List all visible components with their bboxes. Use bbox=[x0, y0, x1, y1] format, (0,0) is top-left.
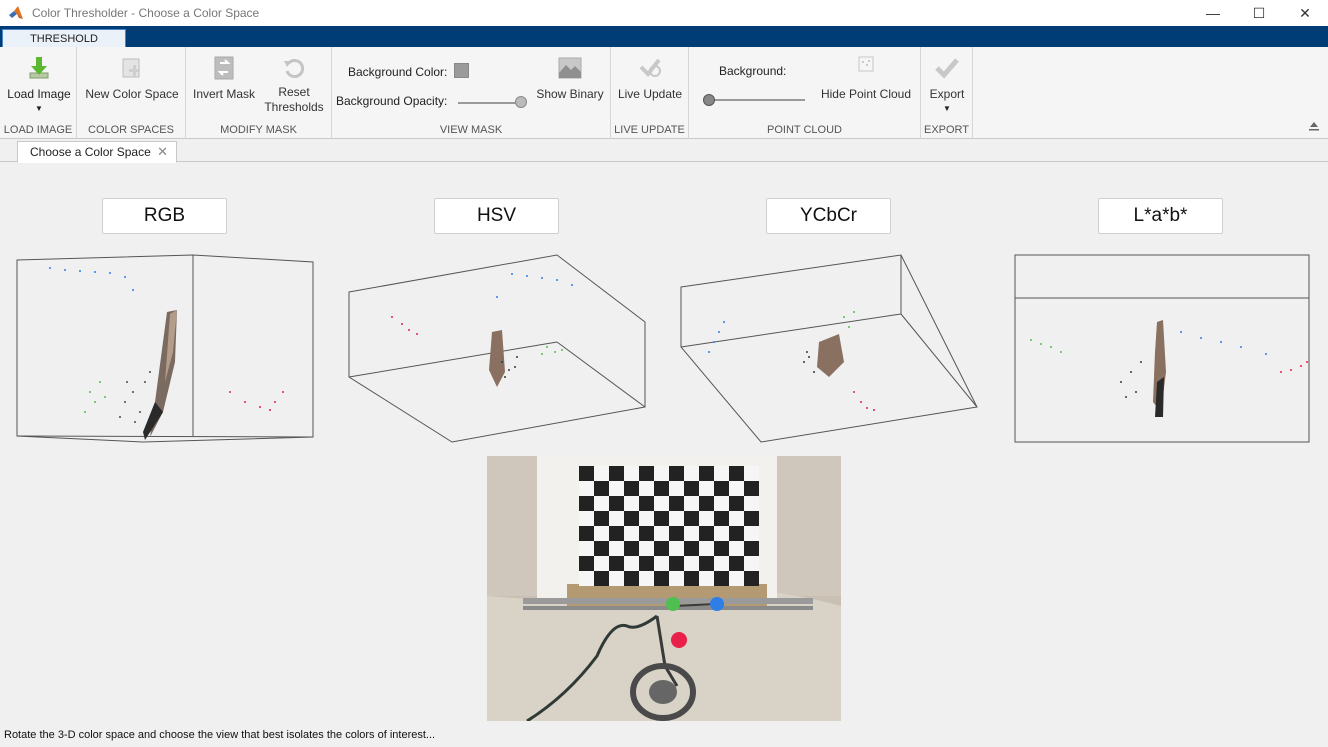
lab-button-label: L*a*b* bbox=[1133, 205, 1188, 226]
matlab-logo-icon bbox=[9, 6, 23, 19]
title-bar: Color Thresholder - Choose a Color Space… bbox=[0, 0, 1328, 26]
ycbcr-button[interactable]: YCbCr bbox=[766, 198, 891, 234]
export-section: Export ▼ EXPORT bbox=[921, 47, 973, 139]
reset-icon bbox=[284, 59, 305, 78]
point-cloud-section-label: POINT CLOUD bbox=[767, 124, 842, 136]
background-color-label: Background Color: bbox=[348, 65, 448, 79]
export-icon bbox=[935, 58, 959, 79]
live-update-section-label: LIVE UPDATE bbox=[614, 124, 685, 136]
background-color-swatch[interactable] bbox=[454, 63, 469, 78]
minimize-icon: — bbox=[1206, 5, 1220, 21]
hide-point-cloud-button[interactable]: Hide Point Cloud bbox=[817, 55, 915, 101]
close-tab-icon[interactable]: ✕ bbox=[157, 144, 168, 160]
tab-threshold-label: THRESHOLD bbox=[30, 32, 98, 45]
chevron-down-icon: ▼ bbox=[35, 104, 43, 113]
live-update-section: Live Update LIVE UPDATE bbox=[611, 47, 689, 139]
export-section-label: EXPORT bbox=[923, 124, 970, 136]
close-icon: ✕ bbox=[1299, 4, 1311, 21]
background-opacity-label: Background Opacity: bbox=[336, 94, 448, 108]
collapse-toolstrip-icon[interactable] bbox=[1308, 119, 1320, 131]
rgb-button[interactable]: RGB bbox=[102, 198, 227, 234]
minimize-button[interactable]: — bbox=[1190, 0, 1236, 26]
reset-label-line2: Thresholds bbox=[264, 100, 324, 114]
point-cloud-section: Background: Hide Point Cloud POINT CLOUD bbox=[689, 47, 921, 139]
export-label: Export bbox=[929, 87, 965, 101]
modify-mask-section-label: MODIFY MASK bbox=[220, 124, 297, 136]
hide-point-cloud-icon bbox=[858, 56, 874, 72]
input-image bbox=[487, 456, 841, 721]
show-binary-icon bbox=[558, 57, 582, 79]
ribbon-tab-strip bbox=[0, 26, 1328, 47]
new-color-space-button[interactable]: New Color Space bbox=[83, 55, 181, 101]
reset-label-line1: Reset bbox=[278, 85, 310, 99]
tab-choose-color-space[interactable]: Choose a Color Space ✕ bbox=[17, 141, 177, 163]
rgb-button-label: RGB bbox=[143, 205, 186, 226]
color-spaces-section: New Color Space COLOR SPACES bbox=[77, 47, 186, 139]
modify-mask-section: Invert Mask Reset Thresholds MODIFY MASK bbox=[186, 47, 332, 139]
load-image-section-label: LOAD IMAGE bbox=[3, 124, 73, 136]
invert-mask-button[interactable]: Invert Mask bbox=[192, 55, 256, 101]
hsv-button-label: HSV bbox=[476, 205, 517, 226]
close-window-button[interactable]: ✕ bbox=[1282, 0, 1328, 26]
document-tab-bar: Choose a Color Space ✕ bbox=[0, 139, 1328, 163]
view-mask-section: Background Color: Background Opacity: Sh… bbox=[332, 47, 611, 139]
point-cloud-background-label: Background: bbox=[719, 64, 787, 78]
ycbcr-point-cloud[interactable] bbox=[679, 252, 984, 447]
live-update-button[interactable]: Live Update bbox=[615, 55, 685, 101]
load-image-label: Load Image bbox=[7, 87, 71, 101]
color-thresholder-window: Color Thresholder - Choose a Color Space… bbox=[0, 0, 1328, 747]
new-color-space-label: New Color Space bbox=[85, 87, 179, 101]
new-color-space-icon bbox=[122, 58, 140, 78]
tab-choose-color-space-label: Choose a Color Space bbox=[30, 145, 151, 159]
window-title: Color Thresholder - Choose a Color Space bbox=[32, 6, 260, 20]
hsv-button[interactable]: HSV bbox=[434, 198, 559, 234]
invert-mask-label: Invert Mask bbox=[192, 87, 255, 101]
reset-thresholds-button[interactable]: Reset Thresholds bbox=[260, 55, 328, 115]
toolstrip: Load Image ▼ LOAD IMAGE New Color Space … bbox=[0, 47, 1328, 139]
point-cloud-background-slider-thumb[interactable] bbox=[703, 94, 715, 106]
load-image-icon bbox=[29, 57, 49, 79]
live-update-icon bbox=[639, 58, 661, 78]
rgb-point-cloud[interactable] bbox=[15, 252, 320, 447]
maximize-button[interactable]: ☐ bbox=[1236, 0, 1282, 26]
color-spaces-section-label: COLOR SPACES bbox=[88, 124, 174, 136]
lab-button[interactable]: L*a*b* bbox=[1098, 198, 1223, 234]
show-binary-button[interactable]: Show Binary bbox=[534, 55, 606, 101]
chevron-down-icon: ▼ bbox=[943, 104, 951, 113]
maximize-icon: ☐ bbox=[1252, 4, 1266, 21]
live-update-label: Live Update bbox=[617, 87, 683, 101]
tab-threshold[interactable]: THRESHOLD bbox=[2, 29, 126, 47]
show-binary-label: Show Binary bbox=[536, 87, 604, 101]
view-mask-section-label: VIEW MASK bbox=[439, 124, 503, 136]
export-button[interactable]: Export ▼ bbox=[923, 55, 971, 113]
status-message: Rotate the 3-D color space and choose th… bbox=[4, 729, 436, 741]
ycbcr-button-label: YCbCr bbox=[799, 205, 857, 226]
hide-point-cloud-label: Hide Point Cloud bbox=[820, 87, 912, 101]
hsv-point-cloud[interactable] bbox=[347, 252, 652, 447]
load-image-section: Load Image ▼ LOAD IMAGE bbox=[0, 47, 77, 139]
point-cloud-background-slider[interactable] bbox=[709, 99, 805, 101]
invert-mask-icon bbox=[214, 56, 234, 80]
background-opacity-slider-thumb[interactable] bbox=[515, 96, 527, 108]
load-image-button[interactable]: Load Image ▼ bbox=[6, 55, 72, 113]
checkerboard bbox=[579, 466, 759, 586]
lab-point-cloud[interactable] bbox=[1011, 252, 1316, 447]
